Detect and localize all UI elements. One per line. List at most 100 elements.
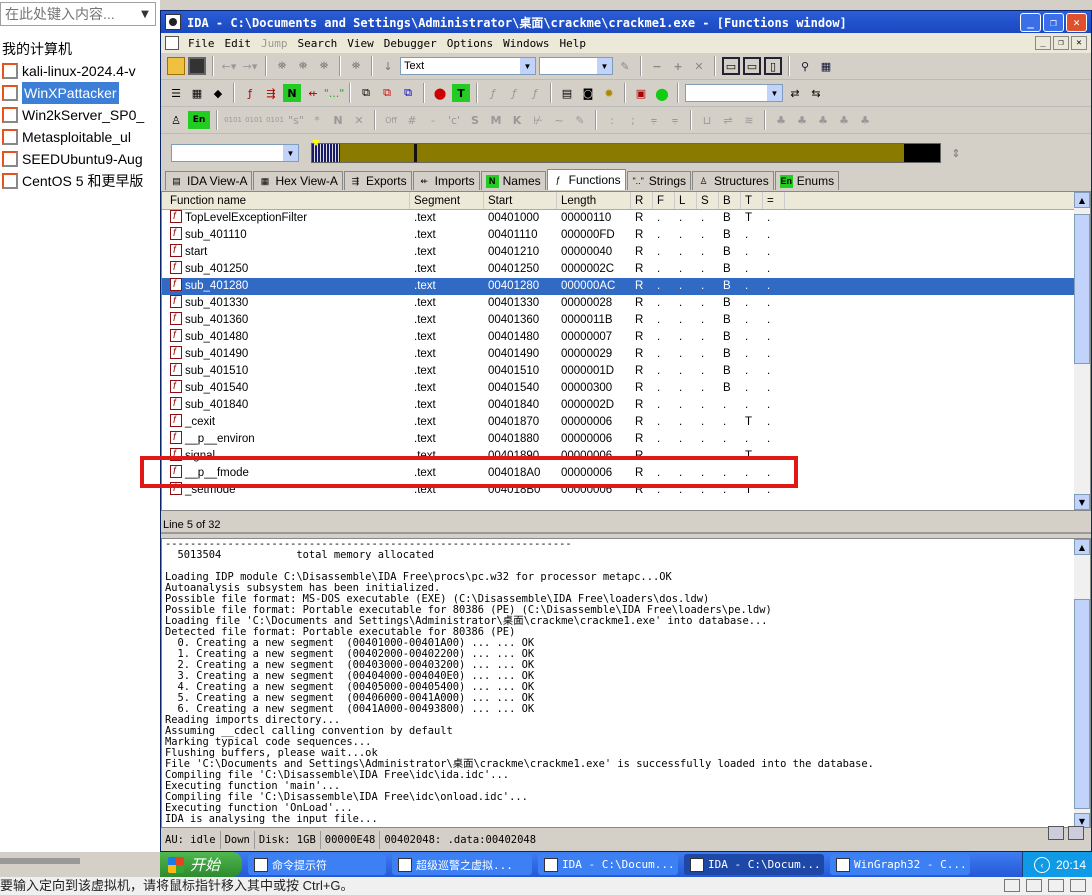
binoculars-icon[interactable]: ⛯ [273,57,291,75]
offset-icon[interactable]: Off [382,111,400,129]
gear-icon[interactable]: ✹ [600,84,618,102]
window-columns-icon[interactable]: ▯ [764,57,782,75]
window-split-icon[interactable]: ▭ [743,57,761,75]
restore-button[interactable]: ❐ [1043,12,1064,32]
navigation-band[interactable] [311,140,941,163]
menu-edit[interactable]: Edit [220,37,257,50]
horizontal-scrollbar[interactable] [0,858,80,864]
taskbar-item[interactable]: 超级巡警之虚拟... [392,854,532,875]
lines2-icon[interactable]: ⩦ [666,111,684,129]
string-icon[interactable]: "s" [287,111,305,129]
menu-debugger[interactable]: Debugger [379,37,442,50]
tree4-icon[interactable]: ♣ [835,111,853,129]
output-scrollbar[interactable]: ▲ ▼ [1074,539,1090,827]
tab-hex-view-a[interactable]: ▦ Hex View-A [253,171,343,190]
exports-toolbar-icon[interactable]: ⇶ [262,84,280,102]
tab-structures[interactable]: ♙ Structures [692,171,774,190]
network-icon[interactable] [1068,826,1084,840]
function-row[interactable]: sub_401480 .text 00401480 00000007 R... B.. [162,329,1090,346]
list-icon[interactable]: ☰ [167,84,185,102]
delete-icon[interactable]: ✕ [350,111,368,129]
pencil-icon[interactable]: ✎ [616,57,634,75]
k-icon[interactable]: K [508,111,526,129]
tab-ida-view-a[interactable]: ▤ IDA View-A [165,171,253,190]
doc-icon[interactable]: ▣ [632,84,650,102]
column-header[interactable]: L [675,192,697,209]
open-folder-icon[interactable] [167,57,185,75]
title-bar[interactable]: IDA - C:\Documents and Settings\Administ… [161,11,1091,33]
chevron-left-icon[interactable]: ‹ [1033,856,1050,873]
struct-icon[interactable]: M [487,111,505,129]
tab-names[interactable]: N Names [480,171,546,190]
imports-toolbar-icon[interactable]: ⇷ [304,84,322,102]
forward-arrow-icon[interactable]: →▾ [241,57,259,75]
colon-icon[interactable]: : [603,111,621,129]
mdi-restore-button[interactable]: ❐ [1053,36,1069,50]
attach-icon[interactable]: ⇄ [786,84,804,102]
vm-list-item[interactable]: CentOS 5 和更早版 [0,170,160,192]
mdi-minimize-button[interactable]: _ [1035,36,1051,50]
column-header[interactable]: Length [557,192,631,209]
taskbar-item[interactable]: 命令提示符 [248,854,386,875]
expand-icon[interactable]: + [669,57,687,75]
binoculars-bin-icon[interactable]: ⛯ [315,57,333,75]
func-italic-icon[interactable]: ƒ [484,84,502,102]
chevron-down-icon[interactable]: ▼ [520,58,535,74]
cancel-x-icon[interactable]: ✕ [690,57,708,75]
column-header[interactable]: Start [484,192,557,209]
taskbar-item[interactable]: IDA - C:\Docum... [538,854,678,875]
save-icon[interactable] [188,57,206,75]
char-icon[interactable]: 'c' [445,111,463,129]
segments-icon[interactable]: ⧉ [357,84,375,102]
vm-list-item[interactable]: Metasploitable_ul [0,126,160,148]
column-header[interactable]: F [653,192,675,209]
function-row[interactable]: sub_401250 .text 00401250 0000002C R... B.. [162,261,1090,278]
scroll-up-icon[interactable]: ▲ [1074,539,1090,555]
undefine-icon[interactable]: 0101 [266,111,284,129]
vm-list-item[interactable]: Win2kServer_SP0_ [0,104,160,126]
function-row[interactable]: sub_401840 .text 00401840 0000002D R...... [162,397,1090,414]
names-toolbar-icon[interactable]: N [283,84,301,102]
vm-list-item[interactable]: SEEDUbuntu9-Aug [0,148,160,170]
back-arrow-icon[interactable]: ←▾ [220,57,238,75]
flow-icon[interactable]: ⇌ [719,111,737,129]
column-header[interactable]: R [631,192,653,209]
star-icon[interactable]: * [308,111,326,129]
function-row[interactable]: sub_401280 .text 00401280 000000AC R... B.. [162,278,1090,295]
chevron-down-icon[interactable]: ▼ [767,85,782,101]
scroll-thumb[interactable] [1074,599,1090,809]
nav-expand-icon[interactable]: ⇕ [947,144,965,162]
detach-icon[interactable]: ⇆ [807,84,825,102]
function-row[interactable]: sub_401490 .text 00401490 00000029 R... B.. [162,346,1090,363]
function-row[interactable]: _cexit .text 00401870 00000006 R.... T. [162,414,1090,431]
text-type-combo[interactable]: Text ▼ [400,57,536,75]
vm-list-item[interactable]: kali-linux-2024.4-v [0,60,160,82]
menu-jump[interactable]: Jump [256,37,293,50]
function-row[interactable]: sub_401360 .text 00401360 0000011B R... B.. [162,312,1090,329]
tab-functions[interactable]: ƒ Functions [546,169,626,190]
dat-icon[interactable]: 0101 [245,111,263,129]
start-button[interactable]: 开始 [160,852,242,877]
tree-root-my-computer[interactable]: 我的计算机 [0,38,160,60]
scroll-thumb[interactable] [1074,214,1090,364]
neg-icon[interactable]: ⊬ [529,111,547,129]
tab-imports[interactable]: ⇷ Imports [412,171,480,190]
taskbar-item[interactable]: WinGraph32 - C... [830,854,970,875]
scroll-down-icon[interactable]: ▼ [1074,494,1090,510]
func-edit-icon[interactable]: ƒ [505,84,523,102]
tab-enums[interactable]: En Enums [774,171,840,190]
column-header[interactable]: B [719,192,741,209]
function-row[interactable]: TopLevelExceptionFilter .text 00401000 0000… [162,210,1090,227]
secondary-combo[interactable]: ▼ [539,57,613,75]
tilde-icon[interactable]: ~ [550,111,568,129]
semicolon-icon[interactable]: ; [624,111,642,129]
segment-s-icon[interactable]: S [466,111,484,129]
cd-icon[interactable] [1026,879,1042,892]
edit-icon[interactable]: ✎ [571,111,589,129]
chart-icon[interactable]: ⊔ [698,111,716,129]
hash-icon[interactable]: # [403,111,421,129]
tab-exports[interactable]: ⇶ Exports [343,171,412,190]
vm-list-item[interactable]: WinXPattacker [0,82,160,104]
chevron-down-icon[interactable]: ▼ [597,58,612,74]
lines-icon[interactable]: ⩦ [645,111,663,129]
